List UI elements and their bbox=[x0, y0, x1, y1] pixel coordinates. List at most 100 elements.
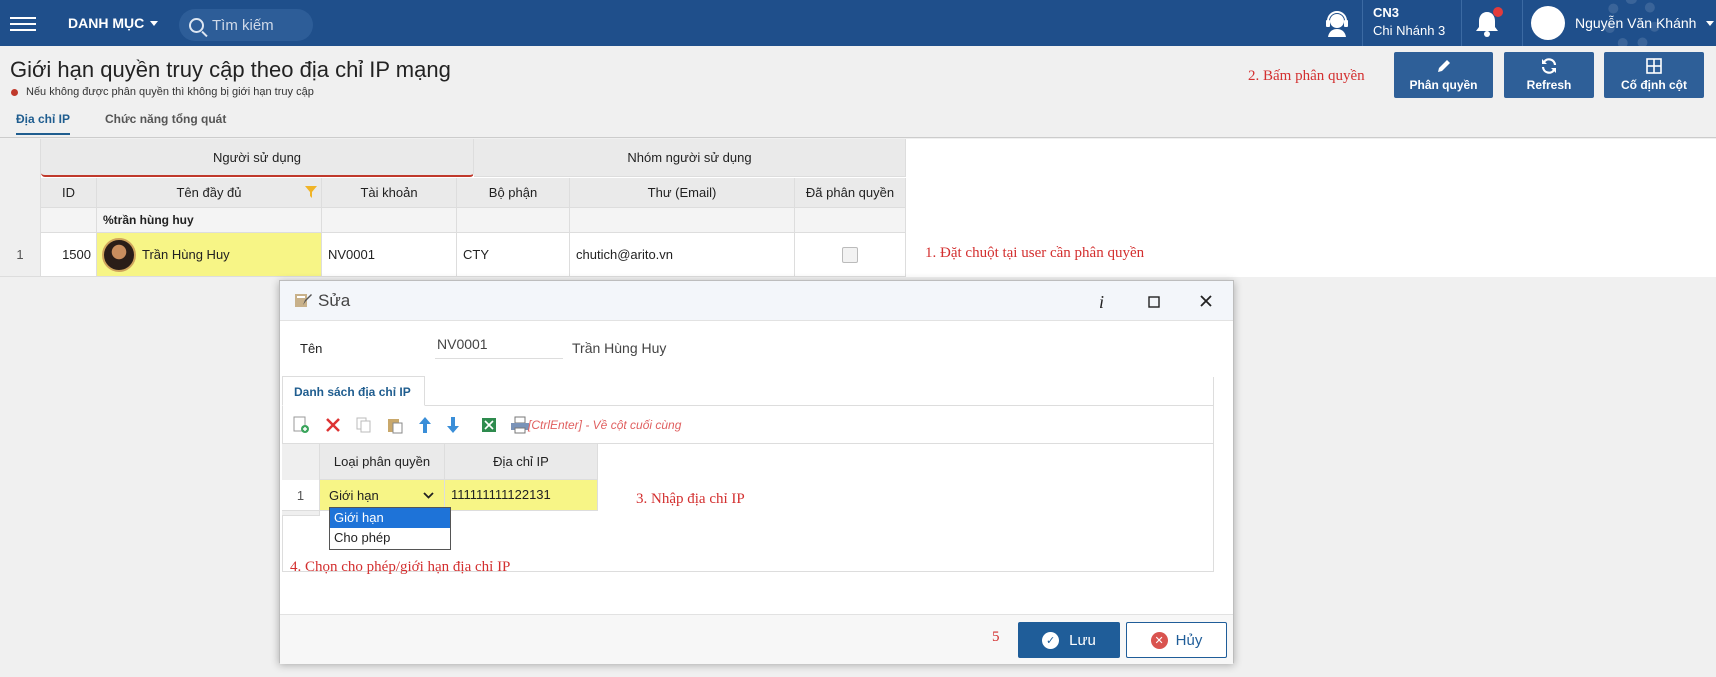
column-header-assigned[interactable]: Đã phân quyền bbox=[795, 178, 906, 208]
name-value: Trần Hùng Huy bbox=[572, 340, 667, 356]
refresh-button[interactable]: Refresh bbox=[1504, 52, 1594, 98]
hamburger-menu-icon[interactable] bbox=[10, 13, 36, 33]
cancel-button-label: Hủy bbox=[1175, 631, 1203, 649]
page-note-text: Nếu không được phân quyền thì không bị g… bbox=[26, 86, 314, 98]
filter-cell-id[interactable] bbox=[41, 208, 97, 233]
column-header-label: Loại phân quyền bbox=[333, 454, 431, 469]
user-name: Nguyễn Văn Khánh bbox=[1575, 15, 1697, 31]
group-header-user-groups[interactable]: Nhóm người sử dụng bbox=[474, 139, 906, 177]
permission-button[interactable]: Phân quyền bbox=[1394, 52, 1493, 98]
annotation-step-1: 1. Đặt chuột tại user cần phân quyền bbox=[925, 245, 1145, 261]
tab-general-functions[interactable]: Chức năng tổng quát bbox=[105, 112, 226, 126]
filter-icon[interactable] bbox=[305, 186, 317, 198]
filter-cell-account[interactable] bbox=[322, 208, 457, 233]
column-header-label: Bộ phận bbox=[488, 185, 538, 200]
filter-cell-full-name[interactable]: %trần hùng huy bbox=[97, 208, 322, 233]
move-up-icon[interactable] bbox=[416, 416, 434, 434]
cell-id[interactable]: 1500 bbox=[41, 233, 97, 277]
export-excel-icon[interactable] bbox=[480, 416, 498, 434]
column-header-account[interactable]: Tài khoản bbox=[322, 178, 457, 208]
column-header-full-name[interactable]: Tên đầy đủ bbox=[97, 178, 322, 208]
category-menu[interactable]: DANH MỤC bbox=[68, 15, 159, 31]
cell-full-name-text: Trần Hùng Huy bbox=[142, 247, 230, 262]
permission-button-label: Phân quyền bbox=[1409, 78, 1478, 92]
refresh-button-label: Refresh bbox=[1526, 78, 1572, 92]
pencil-icon bbox=[1437, 60, 1450, 72]
column-header-label: Tài khoản bbox=[360, 185, 418, 200]
support-agent-icon[interactable] bbox=[1322, 8, 1352, 38]
delete-row-icon[interactable] bbox=[324, 416, 342, 434]
bullet-icon bbox=[11, 88, 18, 96]
chevron-down-icon bbox=[150, 20, 159, 26]
add-row-icon[interactable] bbox=[292, 416, 310, 434]
search-placeholder: Tìm kiếm bbox=[212, 16, 274, 34]
move-down-icon[interactable] bbox=[444, 416, 462, 434]
svg-text:i: i bbox=[1099, 292, 1104, 311]
assigned-checkbox[interactable] bbox=[842, 246, 858, 263]
tab-ip-address[interactable]: Địa chỉ IP bbox=[16, 112, 71, 135]
filter-cell-department[interactable] bbox=[457, 208, 570, 233]
column-header-ip-address[interactable]: Địa chỉ IP bbox=[445, 444, 598, 480]
avatar bbox=[102, 237, 136, 272]
maximize-icon[interactable] bbox=[1144, 291, 1164, 311]
group-header-label: Nhóm người sử dụng bbox=[627, 150, 752, 165]
cell-account[interactable]: NV0001 bbox=[322, 233, 457, 277]
cell-full-name[interactable]: Trần Hùng Huy bbox=[97, 233, 322, 277]
print-icon[interactable] bbox=[510, 416, 530, 434]
permission-type-dropdown: Giới hạn Cho phép bbox=[329, 507, 451, 550]
freeze-columns-button[interactable]: Cố định cột bbox=[1604, 52, 1704, 98]
page-note: Nếu không được phân quyền thì không bị g… bbox=[11, 86, 314, 98]
dropdown-option-limit[interactable]: Giới hạn bbox=[330, 508, 450, 528]
annotation-step-5: 5 bbox=[992, 629, 1000, 645]
search-icon bbox=[189, 17, 204, 33]
tab-ip-list[interactable]: Danh sách địa chỉ IP bbox=[282, 376, 425, 406]
save-button[interactable]: ✓ Lưu bbox=[1018, 622, 1120, 658]
branch-name: Chi Nhánh 3 bbox=[1373, 23, 1446, 38]
close-icon[interactable] bbox=[1196, 291, 1216, 311]
column-header-id[interactable]: ID bbox=[41, 178, 97, 208]
paste-icon[interactable] bbox=[386, 416, 404, 434]
column-header-permission-type[interactable]: Loại phân quyền bbox=[320, 444, 445, 480]
cell-department[interactable]: CTY bbox=[457, 233, 570, 277]
notification-badge bbox=[1493, 7, 1503, 17]
copy-icon[interactable] bbox=[355, 416, 373, 434]
column-header-department[interactable]: Bộ phận bbox=[457, 178, 570, 208]
column-header-email[interactable]: Thư (Email) bbox=[570, 178, 795, 208]
edit-form-icon bbox=[295, 294, 312, 307]
column-header-label: Đã phân quyền bbox=[805, 185, 895, 200]
info-icon[interactable]: i bbox=[1092, 291, 1112, 311]
inner-row-number: 1 bbox=[282, 480, 320, 511]
check-icon: ✓ bbox=[1042, 631, 1060, 649]
annotation-step-3: 3. Nhập địa chỉ IP bbox=[636, 491, 745, 507]
user-menu[interactable]: Nguyễn Văn Khánh bbox=[1522, 0, 1715, 46]
dialog-title: Sửa bbox=[318, 291, 351, 310]
shortcut-hint: [CtrlEnter] - Về cột cuối cùng bbox=[528, 418, 682, 432]
top-navbar: DANH MỤC Tìm kiếm CN3 Chi Nhánh 3 Nguyễn… bbox=[0, 0, 1716, 50]
category-menu-label: DANH MỤC bbox=[68, 15, 145, 31]
row-number: 1 bbox=[0, 233, 41, 277]
tab-bar: Địa chỉ IP Chức năng tổng quát bbox=[0, 104, 1716, 138]
group-header-label: Người sử dụng bbox=[212, 149, 302, 165]
branch-selector[interactable]: CN3 Chi Nhánh 3 bbox=[1362, 0, 1462, 46]
ip-address-cell[interactable]: 111111111122131 bbox=[445, 480, 598, 511]
filter-cell-email[interactable] bbox=[570, 208, 795, 233]
chevron-down-icon bbox=[423, 492, 434, 499]
group-header-users[interactable]: Người sử dụng bbox=[41, 139, 474, 177]
cell-assigned[interactable] bbox=[795, 233, 906, 277]
annotation-step-2: 2. Bấm phân quyền bbox=[1248, 68, 1365, 84]
cancel-button[interactable]: ✕ Hủy bbox=[1126, 622, 1227, 658]
save-button-label: Lưu bbox=[1069, 631, 1096, 649]
dropdown-option-allow[interactable]: Cho phép bbox=[330, 528, 450, 548]
page-title: Giới hạn quyền truy cập theo địa chỉ IP … bbox=[10, 57, 451, 82]
filter-cell-assigned[interactable] bbox=[795, 208, 906, 233]
search-input[interactable]: Tìm kiếm bbox=[179, 9, 313, 41]
columns-icon bbox=[1646, 58, 1662, 74]
avatar bbox=[1531, 6, 1565, 40]
column-header-label: Thư (Email) bbox=[647, 185, 717, 200]
chevron-down-icon bbox=[1706, 20, 1715, 26]
column-header-label: Tên đầy đủ bbox=[176, 185, 242, 200]
dialog-header: Sửa i bbox=[280, 281, 1233, 321]
cell-email[interactable]: chutich@arito.vn bbox=[570, 233, 795, 277]
code-field[interactable]: NV0001 bbox=[435, 333, 563, 359]
annotation-step-4: 4. Chọn cho phép/giới hạn địa chỉ IP bbox=[290, 559, 511, 575]
